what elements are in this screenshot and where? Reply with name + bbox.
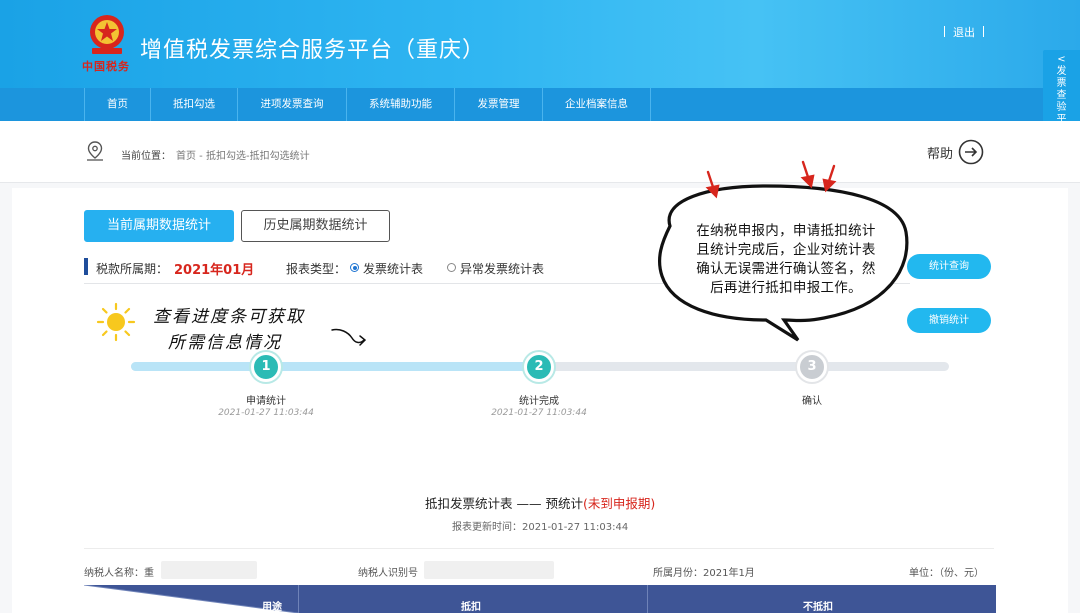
annotation-line-2: 所需信息情况: [168, 333, 282, 353]
arrow-right-circle-icon[interactable]: [958, 139, 984, 165]
breadcrumb-label: 当前位置：: [121, 151, 171, 162]
side-tab-char: 发: [1056, 66, 1067, 77]
tax-period-value: 2021年01月: [174, 263, 255, 278]
logout-link[interactable]: 退出: [953, 26, 975, 39]
redacted-mask: [424, 561, 554, 579]
table-head-use: 用途: [262, 602, 282, 613]
redacted-mask: [161, 561, 257, 579]
bubble-line: 且统计完成后，企业对统计表: [696, 242, 876, 258]
radio-invoice-stats[interactable]: [350, 263, 359, 272]
breadcrumb[interactable]: 首页 - 抵扣勾选-抵扣勾选统计: [176, 147, 310, 162]
tab-history-period[interactable]: 历史属期数据统计: [241, 210, 390, 242]
chevron-left-icon: <: [1057, 54, 1066, 65]
main-nav: 首页 抵扣勾选 进项发票查询 系统辅助功能 发票管理 企业档案信息: [0, 88, 1080, 121]
progress-step-1-time: 2021-01-27 11:03:44: [218, 408, 314, 418]
radio-abnormal-invoice-stats-label[interactable]: 异常发票统计表: [460, 260, 544, 277]
radio-invoice-stats-label[interactable]: 发票统计表: [363, 260, 423, 277]
nav-item-home[interactable]: 首页: [84, 88, 151, 121]
progress-step-2-time: 2021-01-27 11:03:44: [491, 408, 587, 418]
table-head-nondeduct: 不抵扣: [803, 602, 833, 613]
cancel-stats-button[interactable]: 撤销统计: [907, 308, 991, 333]
app-window: 中国税务 增值税发票综合服务平台（重庆） 退出 首页 抵扣勾选 进项发票查询 系…: [0, 0, 1080, 613]
report-type-label: 报表类型：: [286, 262, 347, 276]
divider: [298, 585, 299, 613]
side-tab-char: 票: [1056, 78, 1067, 89]
progress-step-1: 1: [251, 352, 281, 382]
tax-emblem-icon: [90, 15, 124, 54]
divider: [944, 26, 945, 37]
sun-icon: [96, 302, 136, 342]
progress-step-3: 3: [797, 352, 827, 382]
nav-item-input-invoice-query[interactable]: 进项发票查询: [238, 88, 347, 121]
nav-item-invoice-management[interactable]: 发票管理: [455, 88, 543, 121]
stats-query-button[interactable]: 统计查询: [907, 254, 991, 279]
bubble-text: 在纳税申报内，申请抵扣统计 且统计完成后，企业对统计表 确认无误需进行确认签名，…: [661, 222, 911, 298]
divider: [84, 548, 994, 549]
tax-period-label: 税款所属期：: [96, 262, 169, 276]
radio-abnormal-invoice-stats[interactable]: [447, 263, 456, 272]
taxpayer-name: 纳税人名称：重: [84, 568, 154, 579]
emblem-caption: 中国税务: [82, 60, 130, 73]
side-tab-char: 验: [1056, 102, 1067, 113]
nav-item-auxiliary[interactable]: 系统辅助功能: [347, 88, 455, 121]
squiggle-arrow-icon: [331, 328, 367, 346]
progress-step-3-label: 确认: [802, 396, 822, 407]
table-title-main: 抵扣发票统计表 —— 预统计: [425, 496, 583, 511]
table-title: 抵扣发票统计表 —— 预统计(未到申报期): [425, 493, 655, 512]
section-marker: [84, 258, 88, 275]
nav-item-deduction-select[interactable]: 抵扣勾选: [151, 88, 238, 121]
unit-label: 单位：（份、元）: [909, 568, 984, 579]
tab-current-period[interactable]: 当前属期数据统计: [84, 210, 234, 242]
taxpayer-id: 纳税人识别号: [358, 568, 418, 579]
report-update-time: 报表更新时间：2021-01-27 11:03:44: [452, 522, 629, 533]
table-head-deduct: 抵扣: [461, 602, 481, 613]
divider: [647, 585, 648, 613]
progress-step-1-label: 申请统计: [246, 396, 286, 407]
bubble-line: 后再进行抵扣申报工作。: [710, 280, 862, 296]
divider: [983, 26, 984, 37]
bubble-line: 确认无误需进行确认签名，然: [696, 261, 876, 277]
table-title-status: (未到申报期): [582, 496, 656, 511]
progress-fill: [131, 362, 540, 371]
logout-area: 退出: [936, 24, 992, 40]
bubble-line: 在纳税申报内，申请抵扣统计: [696, 223, 876, 239]
location-pin-icon: [87, 141, 103, 161]
belonging-month: 所属月份：2021年1月: [653, 568, 755, 579]
help-link[interactable]: 帮助: [927, 143, 953, 162]
top-header: 中国税务 增值税发票综合服务平台（重庆） 退出: [0, 0, 1080, 88]
annotation-line-1: 查看进度条可获取: [153, 307, 305, 327]
progress-step-2: 2: [524, 352, 554, 382]
app-title: 增值税发票综合服务平台（重庆）: [140, 38, 486, 63]
nav-item-enterprise-profile[interactable]: 企业档案信息: [543, 88, 651, 121]
side-tab-char: 查: [1056, 90, 1067, 101]
progress-step-2-label: 统计完成: [519, 396, 559, 407]
